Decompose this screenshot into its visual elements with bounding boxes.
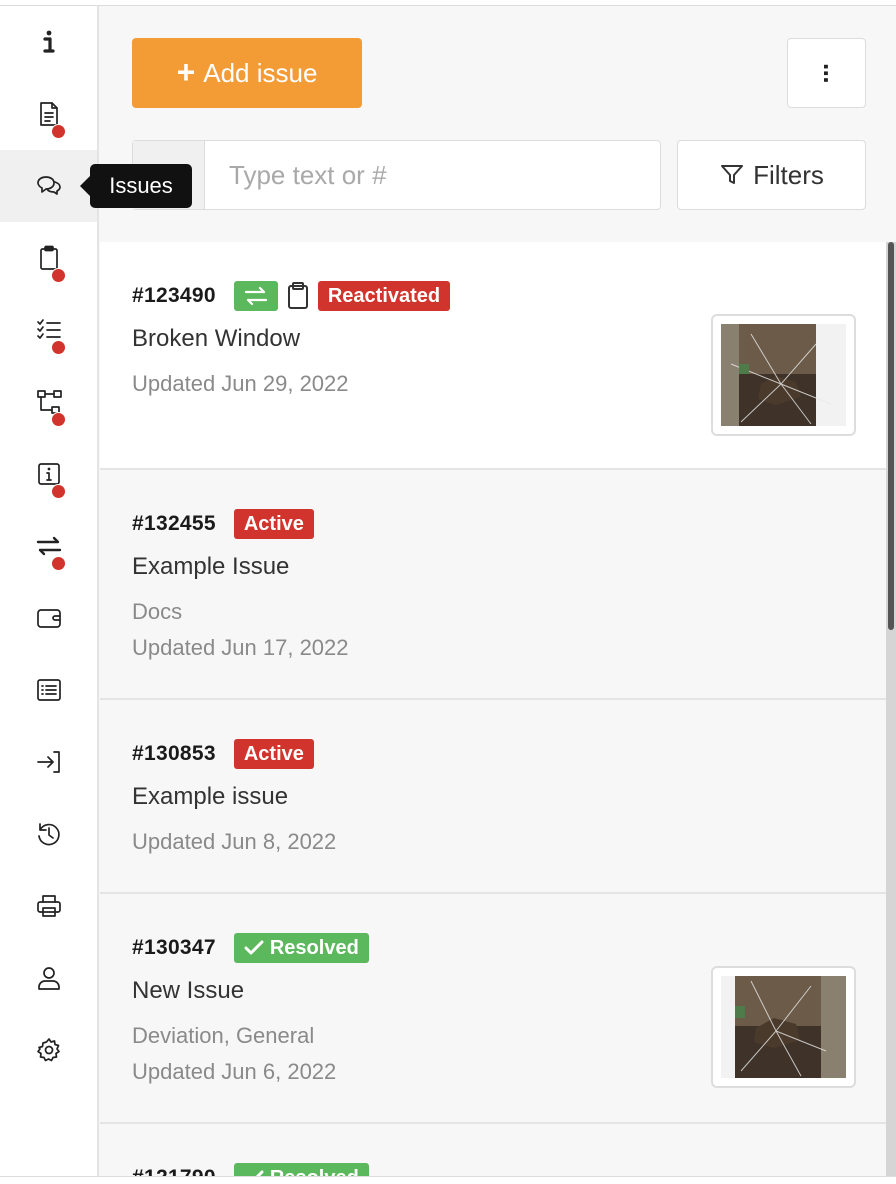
issue-list: #123490 Reactivated Broken Window Update… xyxy=(100,242,886,1176)
issue-card[interactable]: #130347 Resolved New Issue Deviation, Ge… xyxy=(100,894,886,1124)
sidebar-item-user[interactable] xyxy=(0,942,97,1014)
status-badge: Active xyxy=(233,509,314,539)
list-icon xyxy=(36,679,61,701)
gear-icon xyxy=(36,1038,60,1062)
status-badge: Resolved xyxy=(233,1163,369,1177)
printer-icon xyxy=(36,895,61,917)
filters-button[interactable]: Filters xyxy=(677,140,866,210)
notification-dot xyxy=(51,412,66,427)
issue-number: #130853 xyxy=(132,742,216,765)
sidebar-item-list[interactable] xyxy=(0,654,97,726)
add-issue-label: Add issue xyxy=(203,57,318,88)
issue-header: #123490 Reactivated xyxy=(132,281,451,311)
sidebar-item-checklist[interactable] xyxy=(0,294,97,366)
list-scrollbar[interactable] xyxy=(886,242,896,1176)
sidebar-item-print[interactable] xyxy=(0,870,97,942)
vertical-dots-icon: ··· xyxy=(811,63,842,83)
filters-label: Filters xyxy=(753,159,824,190)
sidebar-item-history[interactable] xyxy=(0,798,97,870)
sidebar-item-info-box[interactable] xyxy=(0,438,97,510)
sign-in-icon xyxy=(36,751,60,773)
add-issue-button[interactable]: + Add issue xyxy=(132,38,362,108)
sidebar-item-documents[interactable] xyxy=(0,78,97,150)
clipboard-icon xyxy=(287,282,308,309)
user-icon xyxy=(37,967,60,990)
issue-header: #132455 Active xyxy=(132,509,314,539)
transfer-icon xyxy=(244,286,267,306)
notification-dot xyxy=(51,340,66,355)
issue-tags: Deviation, General xyxy=(132,1023,315,1048)
issue-header: #121790 Resolved xyxy=(132,1163,369,1176)
check-icon xyxy=(244,940,264,955)
status-label: Resolved xyxy=(270,1167,359,1177)
sidebar-item-clipboard[interactable] xyxy=(0,222,97,294)
check-icon xyxy=(255,1170,264,1176)
issue-updated: Updated Jun 6, 2022 xyxy=(132,1059,337,1084)
issue-title: Example issue xyxy=(132,783,289,810)
chat-bubbles-icon xyxy=(36,176,61,195)
issues-tooltip: Issues xyxy=(80,164,192,208)
issue-number: #123490 xyxy=(132,284,216,307)
status-badge: Reactivated xyxy=(317,281,451,311)
plus-icon: + xyxy=(176,53,196,90)
sidebar-item-transfer[interactable] xyxy=(0,510,97,582)
sidebar-item-sign-in[interactable] xyxy=(0,726,97,798)
issue-card[interactable]: #132455 Active Example Issue Docs Update… xyxy=(100,470,886,700)
issue-thumbnail[interactable] xyxy=(711,314,856,436)
sidebar-item-info[interactable] xyxy=(0,6,97,78)
issue-title: Example Issue xyxy=(132,553,290,580)
issue-header: #130853 Active xyxy=(132,739,314,769)
notification-dot xyxy=(51,556,66,571)
history-icon xyxy=(37,823,60,846)
notification-dot xyxy=(51,124,66,139)
issue-card[interactable]: #130853 Active Example issue Updated Jun… xyxy=(100,700,886,894)
transfer-badge xyxy=(233,281,278,311)
issue-number: #132455 xyxy=(132,512,216,535)
wallet-icon xyxy=(36,609,61,628)
issue-card[interactable]: #121790 Resolved xyxy=(100,1124,886,1176)
sidebar-item-wallet[interactable] xyxy=(0,582,97,654)
search-input[interactable] xyxy=(205,141,660,209)
issue-card[interactable]: #123490 Reactivated Broken Window Update… xyxy=(100,242,886,470)
notification-dot xyxy=(51,268,66,283)
issue-updated: Updated Jun 17, 2022 xyxy=(132,635,349,660)
issue-updated: Updated Jun 8, 2022 xyxy=(132,829,337,854)
issue-number: #130347 xyxy=(132,936,216,959)
issue-tags: Docs xyxy=(132,599,183,624)
issue-thumbnail[interactable] xyxy=(711,966,856,1088)
filter-icon xyxy=(721,165,744,184)
broken-window-image xyxy=(721,976,846,1078)
status-badge: Resolved xyxy=(233,933,369,963)
issue-title: Broken Window xyxy=(132,325,301,352)
more-options-button[interactable]: ··· xyxy=(787,38,866,108)
issue-title: New Issue xyxy=(132,977,245,1004)
status-badge: Active xyxy=(233,739,314,769)
notification-dot xyxy=(51,484,66,499)
info-icon xyxy=(42,30,55,53)
status-label: Resolved xyxy=(269,936,359,959)
issue-header: #130347 Resolved xyxy=(132,933,369,963)
sidebar-item-settings[interactable] xyxy=(0,1014,97,1086)
issue-updated: Updated Jun 29, 2022 xyxy=(132,371,349,396)
sidebar-item-workflow[interactable] xyxy=(0,366,97,438)
search-bar xyxy=(132,140,661,210)
scrollbar-thumb[interactable] xyxy=(888,242,894,630)
issue-number: #121790 xyxy=(132,1166,216,1176)
broken-window-image xyxy=(721,324,846,426)
